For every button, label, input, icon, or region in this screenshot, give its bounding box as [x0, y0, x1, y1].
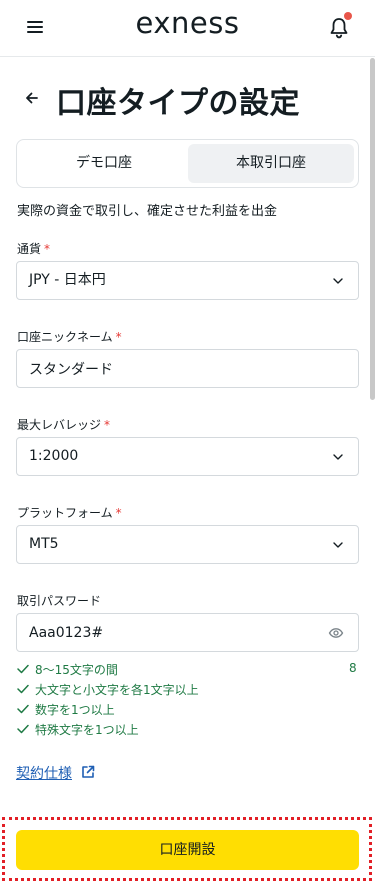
open-account-button[interactable]: 口座開設	[16, 830, 359, 870]
password-field[interactable]	[16, 613, 359, 652]
password-rule-special: 特殊文字を1つ以上	[17, 721, 139, 738]
page-title: 口座タイプの設定	[56, 86, 300, 121]
password-rule-digit: 数字を1つ以上	[17, 701, 115, 718]
platform-select[interactable]: MT5	[16, 525, 359, 564]
platform-label: プラットフォーム *	[17, 504, 122, 521]
required-mark: *	[104, 418, 111, 432]
chevron-down-icon	[333, 454, 343, 460]
contract-specs-link[interactable]: 契約仕様	[16, 763, 72, 783]
chevron-down-icon	[333, 542, 343, 548]
password-rule-case: 大文字と小文字を各1文字以上	[17, 681, 199, 698]
password-length-count: 8	[349, 661, 357, 675]
top-bar: exness	[0, 0, 375, 57]
password-input[interactable]	[17, 614, 358, 651]
check-icon	[17, 664, 29, 674]
tab-demo-account[interactable]: デモ口座	[21, 144, 187, 183]
leverage-value: 1:2000	[29, 448, 79, 464]
nickname-input[interactable]	[17, 350, 358, 387]
rule-text: 数字を1つ以上	[35, 703, 115, 717]
exness-logo[interactable]: exness	[0, 6, 375, 40]
notification-dot	[344, 12, 352, 20]
required-mark: *	[115, 330, 122, 344]
currency-label-text: 通貨	[17, 242, 42, 256]
scrollbar[interactable]	[370, 58, 375, 400]
leverage-select[interactable]: 1:2000	[16, 437, 359, 476]
bell-icon[interactable]	[328, 12, 352, 40]
currency-select[interactable]: JPY - 日本円	[16, 261, 359, 300]
account-type-switcher: デモ口座 本取引口座	[16, 139, 359, 188]
password-label: 取引パスワード	[17, 594, 102, 608]
rule-text: 大文字と小文字を各1文字以上	[35, 683, 199, 697]
nickname-field[interactable]	[16, 349, 359, 388]
platform-label-text: プラットフォーム	[17, 506, 113, 520]
nickname-label: 口座ニックネーム *	[17, 328, 122, 345]
required-mark: *	[44, 242, 51, 256]
tab-real-account[interactable]: 本取引口座	[188, 144, 354, 183]
rule-text: 8～15文字の間	[35, 663, 118, 677]
nickname-label-text: 口座ニックネーム	[17, 330, 113, 344]
currency-value: JPY - 日本円	[29, 272, 106, 288]
platform-value: MT5	[29, 536, 59, 552]
leverage-label-text: 最大レバレッジ	[17, 418, 102, 432]
back-arrow-icon[interactable]	[22, 88, 42, 108]
chevron-down-icon	[333, 278, 343, 284]
account-type-description: 実際の資金で取引し、確定させた利益を出金	[17, 204, 278, 219]
eye-icon[interactable]	[328, 625, 344, 641]
check-icon	[17, 684, 29, 694]
required-mark: *	[115, 506, 122, 520]
password-rule-length: 8～15文字の間	[17, 661, 118, 678]
check-icon	[17, 724, 29, 734]
external-link-icon[interactable]	[80, 764, 96, 780]
check-icon	[17, 704, 29, 714]
currency-label: 通貨 *	[17, 240, 50, 257]
rule-text: 特殊文字を1つ以上	[35, 723, 139, 737]
leverage-label: 最大レバレッジ *	[17, 416, 110, 433]
